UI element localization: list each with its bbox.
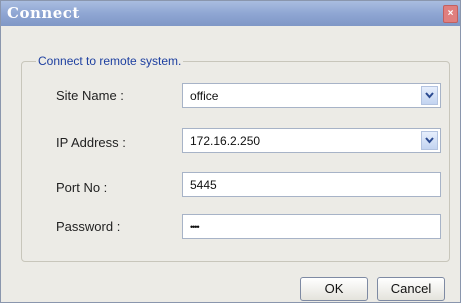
chevron-down-icon bbox=[425, 137, 434, 144]
site-name-dropdown-button[interactable] bbox=[421, 86, 438, 105]
password-value: •••• bbox=[190, 222, 200, 232]
close-button[interactable]: × bbox=[443, 5, 458, 23]
cancel-button[interactable]: Cancel bbox=[377, 277, 445, 301]
close-icon: × bbox=[447, 8, 454, 19]
site-name-value: office bbox=[190, 89, 219, 103]
dialog-title: Connect bbox=[7, 4, 80, 22]
port-value: 5445 bbox=[190, 178, 217, 192]
ip-address-value: 172.16.2.250 bbox=[190, 134, 261, 148]
port-input[interactable]: 5445 bbox=[182, 172, 441, 197]
ok-button[interactable]: OK bbox=[300, 277, 368, 301]
site-name-combo[interactable]: office bbox=[182, 83, 441, 108]
ip-address-dropdown-button[interactable] bbox=[421, 131, 438, 150]
site-name-label: Site Name : bbox=[56, 88, 124, 103]
port-label: Port No : bbox=[56, 180, 108, 195]
ip-address-combo[interactable]: 172.16.2.250 bbox=[182, 128, 441, 153]
ip-address-label: IP Address : bbox=[56, 135, 126, 150]
title-bar[interactable]: Connect × bbox=[1, 1, 460, 26]
password-label: Password : bbox=[56, 219, 121, 234]
group-label: Connect to remote system. bbox=[36, 54, 184, 68]
chevron-down-icon bbox=[425, 92, 434, 99]
password-input[interactable]: •••• bbox=[182, 214, 441, 239]
